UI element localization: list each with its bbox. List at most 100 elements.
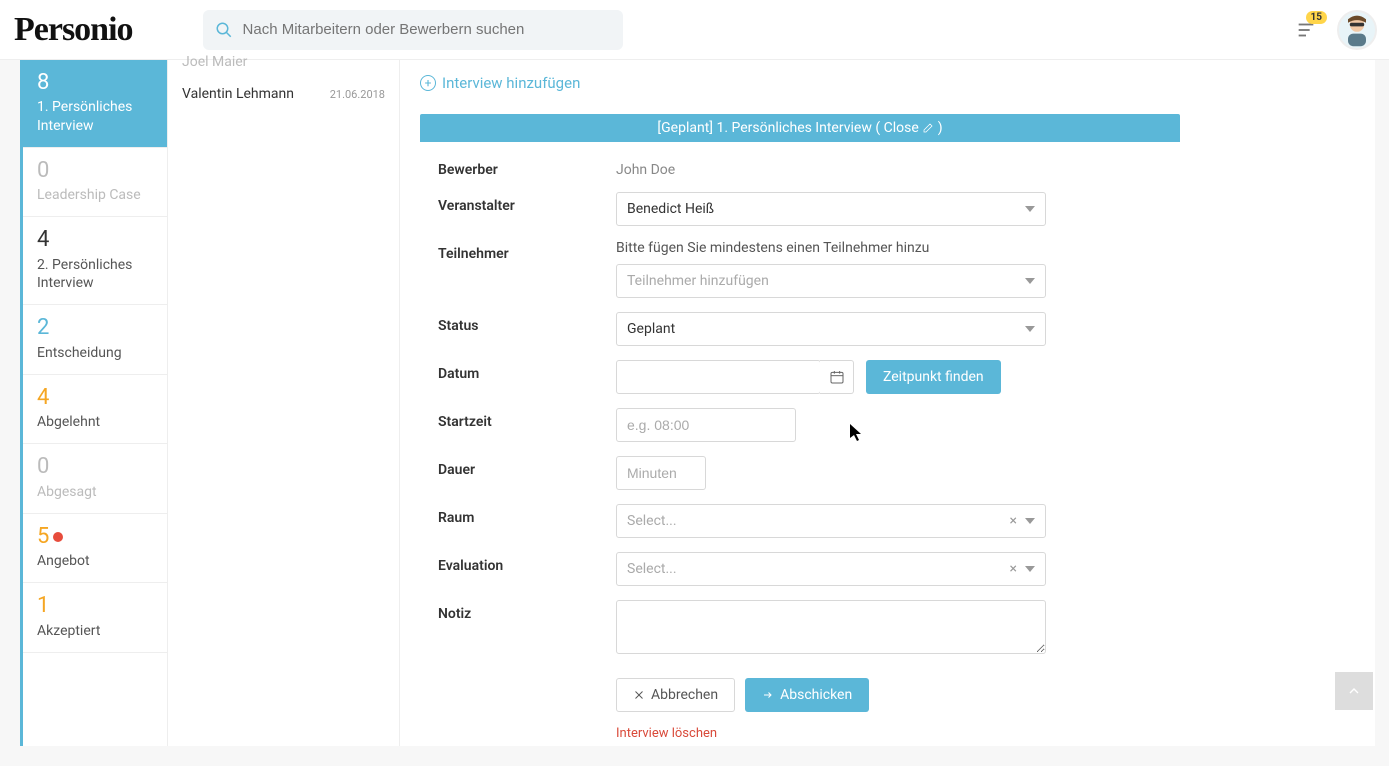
- candidate-row[interactable]: Valentin Lehmann 21.06.2018: [168, 78, 399, 110]
- label-applicant: Bewerber: [438, 156, 616, 178]
- label-starttime: Startzeit: [438, 408, 616, 430]
- panel-title: [Geplant] 1. Persönliches Interview: [657, 120, 875, 136]
- note-textarea[interactable]: [616, 600, 1046, 654]
- search-container[interactable]: [203, 10, 623, 50]
- participants-select[interactable]: Teilnehmer hinzufügen: [616, 264, 1046, 298]
- stage-label: Angebot: [37, 552, 153, 570]
- chevron-down-icon: [1025, 206, 1035, 212]
- content: 8 1. Persönliches Interview 0 Leadership…: [20, 60, 1375, 746]
- add-interview-link[interactable]: + Interview hinzufügen: [420, 74, 580, 92]
- chevron-down-icon: [1025, 326, 1035, 332]
- stage-label: Entscheidung: [37, 344, 153, 362]
- form-actions: Abbrechen Abschicken: [616, 678, 1162, 712]
- participants-helper: Bitte fügen Sie mindestens einen Teilneh…: [616, 240, 1162, 256]
- cancel-button[interactable]: Abbrechen: [616, 678, 735, 712]
- panel-close-link[interactable]: ( Close ): [875, 120, 942, 136]
- stage-item-leadership-case[interactable]: 0 Leadership Case: [23, 148, 167, 218]
- applicant-value: John Doe: [616, 156, 1162, 178]
- search-icon: [215, 21, 233, 39]
- stage-item-personal-interview-1[interactable]: 8 1. Persönliches Interview: [23, 60, 167, 148]
- chevron-down-icon: [1025, 518, 1035, 524]
- stage-count: 0: [37, 454, 153, 480]
- evaluation-select[interactable]: Select... ×: [616, 552, 1046, 586]
- label-organizer: Veranstalter: [438, 192, 616, 214]
- avatar-icon: [1339, 12, 1375, 48]
- plus-circle-icon: +: [420, 75, 436, 91]
- stage-item-accepted[interactable]: 1 Akzeptiert: [23, 583, 167, 653]
- stage-label: 1. Persönliches Interview: [37, 98, 153, 134]
- chevron-down-icon: [1025, 278, 1035, 284]
- stage-label: Abgelehnt: [37, 413, 153, 431]
- chevron-up-icon: [1346, 683, 1362, 699]
- candidate-name: Valentin Lehmann: [182, 86, 294, 102]
- top-bar: Personio 15: [0, 0, 1389, 60]
- participants-placeholder: Teilnehmer hinzufügen: [627, 273, 769, 289]
- starttime-input[interactable]: [616, 408, 796, 442]
- stage-label: Akzeptiert: [37, 622, 153, 640]
- find-time-button[interactable]: Zeitpunkt finden: [866, 360, 1001, 394]
- stage-item-rejected[interactable]: 4 Abgelehnt: [23, 375, 167, 445]
- submit-label: Abschicken: [780, 687, 852, 703]
- status-select-value: Geplant: [627, 321, 675, 337]
- panel-header: [Geplant] 1. Persönliches Interview ( Cl…: [420, 114, 1180, 142]
- stage-count: 5: [37, 524, 153, 550]
- panel-body: Bewerber John Doe Veranstalter Benedict …: [420, 142, 1180, 746]
- candidate-row[interactable]: Joel Maier: [168, 54, 399, 78]
- stage-item-cancelled[interactable]: 0 Abgesagt: [23, 444, 167, 514]
- delete-interview-link[interactable]: Interview löschen: [616, 726, 717, 741]
- scroll-to-top-button[interactable]: [1335, 672, 1373, 710]
- stage-label: Abgesagt: [37, 483, 153, 501]
- label-evaluation: Evaluation: [438, 552, 616, 574]
- stage-label: 2. Persönliches Interview: [37, 256, 153, 292]
- notifications-badge: 15: [1306, 11, 1327, 24]
- label-room: Raum: [438, 504, 616, 526]
- label-participants: Teilnehmer: [438, 240, 616, 262]
- calendar-icon: [829, 369, 845, 385]
- chevron-down-icon: [1025, 566, 1035, 572]
- label-note: Notiz: [438, 600, 616, 622]
- candidate-date: 21.06.2018: [330, 88, 385, 101]
- clear-icon[interactable]: ×: [1010, 561, 1017, 577]
- label-duration: Dauer: [438, 456, 616, 478]
- find-time-label: Zeitpunkt finden: [883, 369, 984, 385]
- room-select[interactable]: Select... ×: [616, 504, 1046, 538]
- label-date: Datum: [438, 360, 616, 382]
- notifications-button[interactable]: 15: [1291, 15, 1321, 45]
- room-placeholder: Select...: [627, 513, 677, 529]
- cancel-label: Abbrechen: [651, 687, 718, 703]
- stage-label: Leadership Case: [37, 186, 153, 204]
- close-icon: [633, 689, 645, 701]
- interview-panel: [Geplant] 1. Persönliches Interview ( Cl…: [420, 114, 1180, 746]
- stage-count: 1: [37, 593, 153, 619]
- stage-item-offer[interactable]: 5 Angebot: [23, 514, 167, 584]
- stage-item-decision[interactable]: 2 Entscheidung: [23, 305, 167, 375]
- status-select[interactable]: Geplant: [616, 312, 1046, 346]
- date-picker-button[interactable]: [820, 360, 854, 394]
- clear-icon[interactable]: ×: [1010, 513, 1017, 529]
- submit-button[interactable]: Abschicken: [745, 678, 869, 712]
- evaluation-placeholder: Select...: [627, 561, 677, 577]
- add-interview-label: Interview hinzufügen: [442, 74, 580, 92]
- search-input[interactable]: [243, 21, 611, 38]
- stage-sidebar: 8 1. Persönliches Interview 0 Leadership…: [20, 60, 168, 746]
- stage-count: 4: [37, 385, 153, 411]
- topbar-right: 15: [1291, 10, 1377, 50]
- alert-dot-icon: [53, 532, 63, 542]
- pencil-icon: [922, 122, 934, 134]
- stage-item-personal-interview-2[interactable]: 4 2. Persönliches Interview: [23, 217, 167, 305]
- stage-count: 8: [37, 70, 153, 96]
- duration-input[interactable]: [616, 456, 706, 490]
- arrow-right-icon: [762, 689, 774, 701]
- stage-count: 0: [37, 158, 153, 184]
- main-panel: + Interview hinzufügen [Geplant] 1. Pers…: [400, 60, 1375, 746]
- date-input[interactable]: [616, 360, 821, 394]
- avatar[interactable]: [1337, 10, 1377, 50]
- stage-count: 2: [37, 315, 153, 341]
- logo: Personio: [12, 11, 143, 49]
- candidate-name: Joel Maier: [182, 54, 247, 70]
- organizer-select-value: Benedict Heiß: [627, 201, 714, 217]
- stage-count: 4: [37, 227, 153, 253]
- organizer-select[interactable]: Benedict Heiß: [616, 192, 1046, 226]
- label-status: Status: [438, 312, 616, 334]
- candidate-list: Joel Maier Valentin Lehmann 21.06.2018: [168, 60, 400, 746]
